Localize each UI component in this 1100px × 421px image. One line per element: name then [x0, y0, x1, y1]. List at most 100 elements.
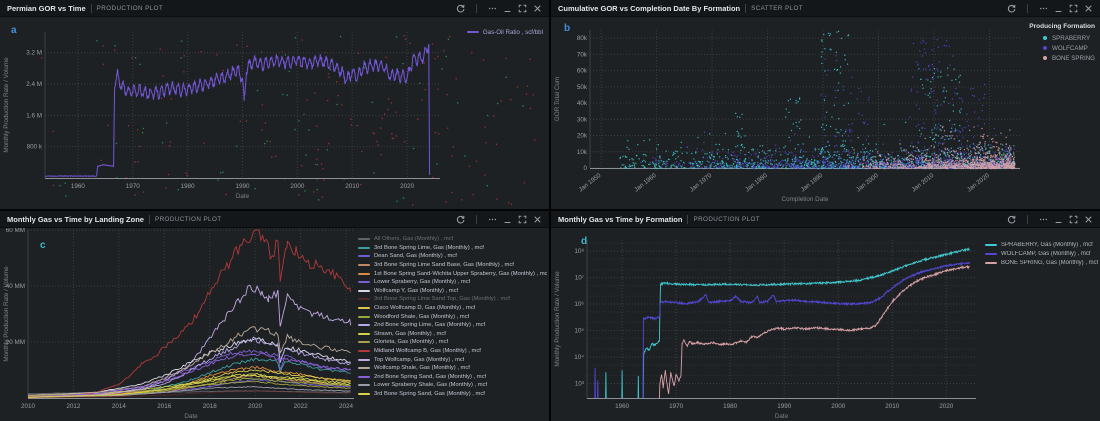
legend-item[interactable]: SPRABERRY — [1029, 33, 1095, 43]
close-icon[interactable] — [533, 215, 542, 224]
more-icon[interactable] — [1039, 215, 1048, 224]
legend-item[interactable]: Lower Spraberry, Gas (Monthly) , mcf — [358, 278, 547, 287]
legend-item[interactable]: BONE SPRING — [1029, 53, 1095, 63]
titlebar[interactable]: Cumulative GOR vs Completion Date By For… — [551, 0, 1100, 17]
titlebar[interactable]: Monthly Gas vs Time by Formation PRODUCT… — [551, 211, 1100, 228]
svg-text:1970: 1970 — [669, 403, 684, 410]
legend-item[interactable]: 3rd Bone Spring Sand, Gas (Monthly) , mc… — [358, 390, 547, 399]
x-axis-label: Completion Date — [782, 196, 829, 203]
titlebar-divider — [476, 215, 477, 224]
chart-area-formation[interactable]: 10³10⁴10⁵10⁶10⁷10⁸1960197019801990200020… — [551, 228, 1100, 421]
legend-label: 3rd Bone Spring Lime Sand Base, Gas (Mon… — [374, 262, 514, 268]
legend-label: WOLFCAMP, Gas (Monthly) , mcf — [1001, 251, 1091, 257]
svg-text:Jan 1970: Jan 1970 — [689, 172, 714, 194]
svg-text:2.4 M: 2.4 M — [26, 81, 42, 88]
legend-swatch — [985, 253, 997, 255]
svg-text:1990: 1990 — [777, 403, 792, 410]
gor-line-plot[interactable]: 800 k1.6 M2.4 M3.2 M 19601970198019902000… — [0, 17, 549, 209]
legend-label: Wolfcamp Shale, Gas (Monthly) , mcf — [374, 365, 470, 371]
chart-area-cumulative-gor[interactable]: 010k20k30k40k50k60k70k80kJan 1950Jan 196… — [551, 17, 1100, 209]
history-icon[interactable] — [456, 215, 465, 224]
panel-permian-gor-vs-time: Permian GOR vs Time PRODUCTION PLOT 800 … — [0, 0, 549, 209]
legend-item[interactable]: Lower Spraberry Shale, Gas (Monthly) , m… — [358, 381, 547, 390]
svg-text:800 k: 800 k — [27, 144, 43, 151]
series-bone-spring — [659, 266, 969, 398]
legend-item[interactable]: Gas-Oil Ratio , scf/bbl — [467, 27, 543, 37]
fullscreen-icon[interactable] — [1069, 4, 1078, 13]
panel-type-label: SCATTER PLOT — [751, 5, 803, 12]
legend-item[interactable]: Cisco Wolfcamp D, Gas (Monthly) , mcf — [358, 304, 547, 313]
history-icon[interactable] — [1007, 4, 1016, 13]
history-icon[interactable] — [1007, 215, 1016, 224]
legend-item[interactable]: Strawn, Gas (Monthly) , mcf — [358, 330, 547, 339]
legend-swatch — [358, 298, 370, 300]
legend-item[interactable]: WOLFCAMP — [1029, 43, 1095, 53]
fullscreen-icon[interactable] — [518, 215, 527, 224]
legend-item[interactable]: BONE SPRING, Gas (Monthly) , mcf — [985, 258, 1098, 267]
svg-text:Jan 2010: Jan 2010 — [910, 172, 935, 194]
legend-item[interactable]: WOLFCAMP, Gas (Monthly) , mcf — [985, 249, 1098, 258]
close-icon[interactable] — [1084, 4, 1093, 13]
minimize-icon[interactable] — [1054, 215, 1063, 224]
scatter-series-wolfcamp — [640, 39, 1015, 169]
more-icon[interactable] — [488, 215, 497, 224]
close-icon[interactable] — [533, 4, 542, 13]
close-icon[interactable] — [1084, 215, 1093, 224]
legend-item[interactable]: 2nd Bone Spring Sand, Gas (Monthly) , mc… — [358, 373, 547, 382]
legend-label: Midland Wolfcamp B, Gas (Monthly) , mcf — [374, 348, 481, 354]
legend-swatch — [358, 393, 370, 395]
svg-text:10k: 10k — [577, 149, 588, 156]
fullscreen-icon[interactable] — [518, 4, 527, 13]
legend-swatch — [358, 341, 370, 343]
legend-item[interactable]: Dean Sand, Gas (Monthly) , mcf — [358, 252, 547, 261]
noise-points — [41, 35, 535, 205]
grid — [45, 32, 440, 178]
legend-swatch — [358, 367, 370, 369]
legend-item[interactable]: All Others, Gas (Monthly) , mcf — [358, 235, 547, 244]
panel-letter: c — [40, 240, 46, 251]
svg-text:70k: 70k — [577, 51, 588, 58]
svg-text:1960: 1960 — [615, 403, 630, 410]
legend-swatch — [358, 281, 370, 283]
legend-item[interactable]: 1st Bone Spring Sand-Wichita Upper Sprab… — [358, 269, 547, 278]
minimize-icon[interactable] — [503, 215, 512, 224]
titlebar[interactable]: Permian GOR vs Time PRODUCTION PLOT — [0, 0, 549, 17]
legend-item[interactable]: 3rd Bone Spring Lime Sand Top, Gas (Mont… — [358, 295, 547, 304]
legend-item[interactable]: Midland Wolfcamp B, Gas (Monthly) , mcf — [358, 347, 547, 356]
legend-item[interactable]: Wolfcamp Y, Gas (Monthly) , mcf — [358, 287, 547, 296]
legend-item[interactable]: 3rd Bone Spring Lime, Gas (Monthly) , mc… — [358, 244, 547, 253]
svg-text:Jan 1980: Jan 1980 — [744, 172, 769, 194]
more-icon[interactable] — [1039, 4, 1048, 13]
minimize-icon[interactable] — [1054, 4, 1063, 13]
title-separator — [687, 215, 688, 224]
legend-item[interactable]: Wolfcamp Shale, Gas (Monthly) , mcf — [358, 364, 547, 373]
legend-item[interactable]: 3rd Bone Spring Lime Sand Base, Gas (Mon… — [358, 261, 547, 270]
x-axis-ticks: 20102012201420162018202020222024 — [21, 403, 354, 410]
y-axis-ticks: 800 k1.6 M2.4 M3.2 M — [26, 50, 43, 151]
fullscreen-icon[interactable] — [1069, 215, 1078, 224]
legend-label: All Others, Gas (Monthly) , mcf — [374, 236, 453, 242]
panel-title: Monthly Gas vs Time by Landing Zone — [7, 215, 144, 224]
legend-item[interactable]: Top Wolfcamp, Gas (Monthly) , mcf — [358, 355, 547, 364]
svg-text:60 MM: 60 MM — [6, 228, 25, 234]
history-icon[interactable] — [456, 4, 465, 13]
legend-item[interactable]: 2nd Bone Spring Lime, Gas (Monthly) , mc… — [358, 321, 547, 330]
panel-type-label: PRODUCTION PLOT — [693, 216, 760, 223]
chart-area-landing-zone[interactable]: 20 MM40 MM60 MM2010201220142016201820202… — [0, 228, 549, 421]
x-axis-ticks: 1960197019801990200020102020 — [71, 183, 415, 190]
svg-text:50k: 50k — [577, 84, 588, 91]
title-separator — [745, 4, 746, 13]
legend-swatch — [358, 376, 370, 378]
chart-area-gor-vs-time[interactable]: 800 k1.6 M2.4 M3.2 M 19601970198019902000… — [0, 17, 549, 209]
legend-swatch — [985, 262, 997, 264]
minimize-icon[interactable] — [503, 4, 512, 13]
legend-item[interactable]: Glorieta, Gas (Monthly) , mcf — [358, 338, 547, 347]
more-icon[interactable] — [488, 4, 497, 13]
titlebar[interactable]: Monthly Gas vs Time by Landing Zone PROD… — [0, 211, 549, 228]
svg-text:10⁴: 10⁴ — [574, 354, 584, 361]
legend-label: 3rd Bone Spring Sand, Gas (Monthly) , mc… — [374, 391, 485, 397]
panel-cumulative-gor-by-formation: Cumulative GOR vs Completion Date By For… — [551, 0, 1100, 209]
legend-item[interactable]: Woodford Shale, Gas (Monthly) , mcf — [358, 312, 547, 321]
legend-item[interactable]: SPRABERRY, Gas (Monthly) , mcf — [985, 240, 1098, 249]
gor-scatter-plot[interactable]: 010k20k30k40k50k60k70k80kJan 1950Jan 196… — [551, 17, 1100, 209]
